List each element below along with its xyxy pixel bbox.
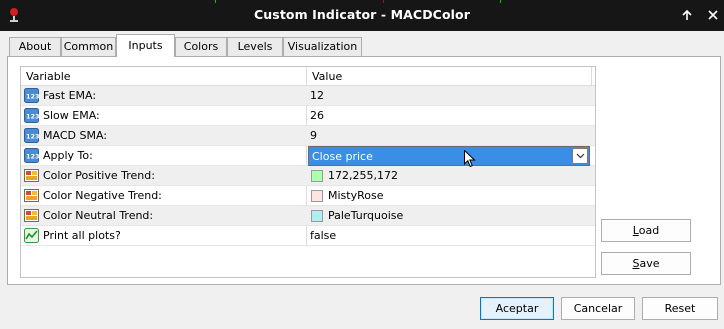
inputs-grid: Variable Value 123 Fast EMA: 12 123 Slow…	[20, 66, 596, 278]
color-swatch	[311, 190, 323, 202]
apply-to-select[interactable]: Close price	[308, 146, 590, 166]
color-palette-icon	[24, 209, 39, 222]
mouse-cursor-icon	[464, 150, 476, 168]
variable-name: Color Positive Trend:	[43, 169, 155, 182]
color-palette-icon	[24, 169, 39, 182]
tab-colors[interactable]: Colors	[175, 37, 227, 56]
table-row[interactable]: Color Negative Trend: MistyRose	[21, 186, 595, 206]
close-icon[interactable]	[702, 5, 724, 25]
apply-to-selected-value: Close price	[312, 150, 373, 163]
number-123-icon: 123	[24, 88, 39, 103]
number-123-icon: 123	[24, 148, 39, 163]
tab-levels[interactable]: Levels	[227, 37, 283, 56]
chart-strip-mark	[500, 0, 501, 3]
color-palette-icon	[24, 189, 39, 202]
variable-value[interactable]: PaleTurquoise	[328, 209, 403, 222]
cancel-button[interactable]: Cancelar	[561, 297, 635, 320]
variable-value[interactable]: MistyRose	[328, 189, 383, 202]
tab-common[interactable]: Common	[61, 37, 116, 56]
variable-name: Color Neutral Trend:	[43, 209, 154, 222]
help-arrow-icon[interactable]	[676, 5, 698, 25]
save-label: ave	[639, 257, 660, 270]
variable-value[interactable]: false	[310, 229, 336, 242]
svg-text:123: 123	[26, 133, 39, 141]
number-123-icon: 123	[24, 108, 39, 123]
variable-value[interactable]: 26	[310, 109, 324, 122]
load-button[interactable]: Load	[601, 219, 691, 242]
grid-header: Variable Value	[21, 67, 595, 86]
color-swatch	[311, 170, 323, 182]
chart-strip-mark	[383, 0, 384, 3]
column-header-variable[interactable]: Variable	[26, 70, 71, 83]
variable-name: Print all plots?	[43, 229, 121, 242]
table-row[interactable]: Color Positive Trend: 172,255,172	[21, 166, 595, 186]
color-swatch	[311, 210, 323, 222]
plot-toggle-icon	[24, 228, 39, 243]
variable-name: MACD SMA:	[43, 129, 107, 142]
load-label: oad	[638, 224, 660, 237]
table-row[interactable]: 123 Fast EMA: 12	[21, 86, 595, 106]
reset-button[interactable]: Reset	[642, 297, 718, 320]
tab-visualization[interactable]: Visualization	[283, 37, 362, 56]
table-row[interactable]: 123 MACD SMA: 9	[21, 126, 595, 146]
table-row[interactable]: 123 Apply To: Close price	[21, 146, 595, 166]
tab-about[interactable]: About	[9, 37, 61, 56]
variable-value[interactable]: 9	[310, 129, 317, 142]
variable-name: Fast EMA:	[43, 89, 97, 102]
table-row[interactable]: Color Neutral Trend: PaleTurquoise	[21, 206, 595, 226]
variable-name: Apply To:	[43, 149, 93, 162]
variable-value[interactable]: 172,255,172	[328, 169, 398, 182]
inputs-panel: Variable Value 123 Fast EMA: 12 123 Slow…	[7, 56, 721, 285]
column-header-value[interactable]: Value	[312, 70, 342, 83]
table-row[interactable]: 123 Slow EMA: 26	[21, 106, 595, 126]
svg-text:123: 123	[26, 153, 39, 161]
accept-button[interactable]: Aceptar	[480, 297, 554, 320]
svg-text:123: 123	[26, 93, 39, 101]
chevron-down-icon[interactable]	[572, 148, 588, 164]
table-row[interactable]: Print all plots? false	[21, 226, 595, 246]
chart-strip-mark	[215, 0, 216, 3]
save-button[interactable]: Save	[601, 252, 691, 275]
variable-name: Color Negative Trend:	[43, 189, 162, 202]
variable-name: Slow EMA:	[43, 109, 100, 122]
title-bar: Custom Indicator - MACDColor	[0, 0, 724, 31]
variable-value[interactable]: 12	[310, 89, 324, 102]
header-edge	[591, 67, 592, 86]
tab-inputs[interactable]: Inputs	[116, 34, 175, 57]
svg-text:123: 123	[26, 113, 39, 121]
number-123-icon: 123	[24, 128, 39, 143]
window-title: Custom Indicator - MACDColor	[254, 7, 470, 22]
